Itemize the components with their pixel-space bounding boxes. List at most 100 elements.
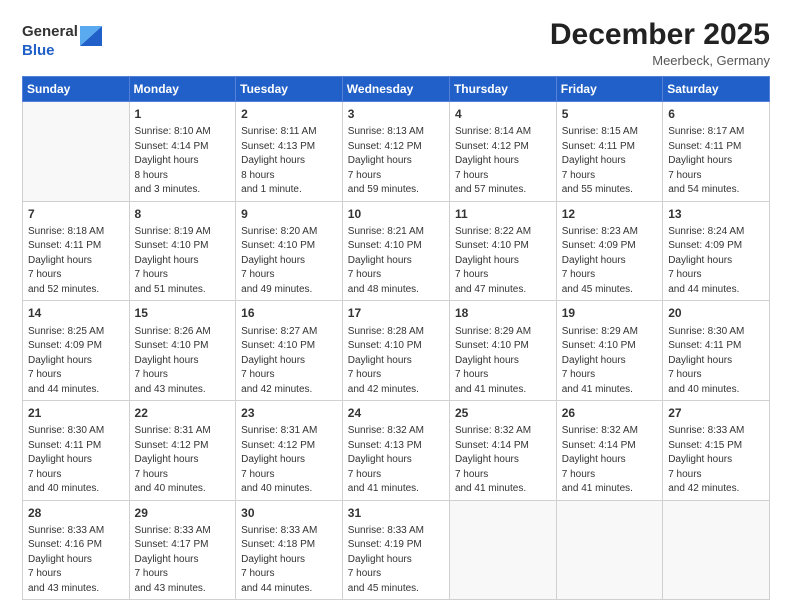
logo: General Blue <box>22 18 102 60</box>
calendar-cell: 15 Sunrise: 8:26 AMSunset: 4:10 PMDaylig… <box>129 301 236 401</box>
day-info: Sunrise: 8:17 AMSunset: 4:11 PMDaylight … <box>668 126 744 195</box>
day-number: 18 <box>455 305 551 321</box>
calendar-cell: 22 Sunrise: 8:31 AMSunset: 4:12 PMDaylig… <box>129 401 236 501</box>
calendar-cell: 16 Sunrise: 8:27 AMSunset: 4:10 PMDaylig… <box>236 301 343 401</box>
col-header-tuesday: Tuesday <box>236 77 343 102</box>
day-info: Sunrise: 8:20 AMSunset: 4:10 PMDaylight … <box>241 226 317 295</box>
day-number: 19 <box>562 305 657 321</box>
calendar-cell: 19 Sunrise: 8:29 AMSunset: 4:10 PMDaylig… <box>556 301 662 401</box>
calendar-cell: 14 Sunrise: 8:25 AMSunset: 4:09 PMDaylig… <box>23 301 130 401</box>
calendar-cell: 1 Sunrise: 8:10 AMSunset: 4:14 PMDayligh… <box>129 102 236 202</box>
calendar-week-2: 7 Sunrise: 8:18 AMSunset: 4:11 PMDayligh… <box>23 201 770 301</box>
day-info: Sunrise: 8:22 AMSunset: 4:10 PMDaylight … <box>455 226 531 295</box>
day-info: Sunrise: 8:13 AMSunset: 4:12 PMDaylight … <box>348 126 424 195</box>
header: General Blue December 2025 Meerbeck, Ger… <box>22 18 770 68</box>
calendar-cell: 17 Sunrise: 8:28 AMSunset: 4:10 PMDaylig… <box>342 301 449 401</box>
day-info: Sunrise: 8:23 AMSunset: 4:09 PMDaylight … <box>562 226 638 295</box>
col-header-saturday: Saturday <box>663 77 770 102</box>
calendar-cell: 6 Sunrise: 8:17 AMSunset: 4:11 PMDayligh… <box>663 102 770 202</box>
day-info: Sunrise: 8:11 AMSunset: 4:13 PMDaylight … <box>241 126 316 195</box>
day-number: 13 <box>668 206 764 222</box>
calendar-cell: 23 Sunrise: 8:31 AMSunset: 4:12 PMDaylig… <box>236 401 343 501</box>
day-number: 31 <box>348 505 444 521</box>
day-number: 16 <box>241 305 337 321</box>
day-info: Sunrise: 8:10 AMSunset: 4:14 PMDaylight … <box>135 126 211 195</box>
logo-blue-text: Blue <box>22 42 55 60</box>
calendar-cell: 20 Sunrise: 8:30 AMSunset: 4:11 PMDaylig… <box>663 301 770 401</box>
day-number: 21 <box>28 405 124 421</box>
day-number: 10 <box>348 206 444 222</box>
calendar-cell: 31 Sunrise: 8:33 AMSunset: 4:19 PMDaylig… <box>342 500 449 600</box>
calendar-cell: 21 Sunrise: 8:30 AMSunset: 4:11 PMDaylig… <box>23 401 130 501</box>
title-block: December 2025 Meerbeck, Germany <box>550 18 770 68</box>
col-header-monday: Monday <box>129 77 236 102</box>
day-number: 5 <box>562 106 657 122</box>
day-info: Sunrise: 8:26 AMSunset: 4:10 PMDaylight … <box>135 326 211 395</box>
col-header-sunday: Sunday <box>23 77 130 102</box>
day-number: 26 <box>562 405 657 421</box>
day-info: Sunrise: 8:32 AMSunset: 4:14 PMDaylight … <box>455 425 531 494</box>
day-info: Sunrise: 8:14 AMSunset: 4:12 PMDaylight … <box>455 126 531 195</box>
day-number: 29 <box>135 505 231 521</box>
day-number: 22 <box>135 405 231 421</box>
calendar: SundayMondayTuesdayWednesdayThursdayFrid… <box>22 76 770 600</box>
month-title: December 2025 <box>550 18 770 51</box>
day-number: 12 <box>562 206 657 222</box>
day-number: 27 <box>668 405 764 421</box>
day-info: Sunrise: 8:28 AMSunset: 4:10 PMDaylight … <box>348 326 424 395</box>
day-number: 4 <box>455 106 551 122</box>
calendar-cell: 26 Sunrise: 8:32 AMSunset: 4:14 PMDaylig… <box>556 401 662 501</box>
day-info: Sunrise: 8:21 AMSunset: 4:10 PMDaylight … <box>348 226 424 295</box>
calendar-cell: 12 Sunrise: 8:23 AMSunset: 4:09 PMDaylig… <box>556 201 662 301</box>
day-number: 23 <box>241 405 337 421</box>
calendar-cell: 24 Sunrise: 8:32 AMSunset: 4:13 PMDaylig… <box>342 401 449 501</box>
day-number: 25 <box>455 405 551 421</box>
calendar-cell: 28 Sunrise: 8:33 AMSunset: 4:16 PMDaylig… <box>23 500 130 600</box>
day-number: 7 <box>28 206 124 222</box>
day-info: Sunrise: 8:18 AMSunset: 4:11 PMDaylight … <box>28 226 104 295</box>
day-info: Sunrise: 8:33 AMSunset: 4:19 PMDaylight … <box>348 525 424 594</box>
calendar-cell: 4 Sunrise: 8:14 AMSunset: 4:12 PMDayligh… <box>449 102 556 202</box>
calendar-cell: 30 Sunrise: 8:33 AMSunset: 4:18 PMDaylig… <box>236 500 343 600</box>
day-info: Sunrise: 8:32 AMSunset: 4:14 PMDaylight … <box>562 425 638 494</box>
day-number: 24 <box>348 405 444 421</box>
day-number: 20 <box>668 305 764 321</box>
calendar-week-4: 21 Sunrise: 8:30 AMSunset: 4:11 PMDaylig… <box>23 401 770 501</box>
day-info: Sunrise: 8:27 AMSunset: 4:10 PMDaylight … <box>241 326 317 395</box>
calendar-cell: 29 Sunrise: 8:33 AMSunset: 4:17 PMDaylig… <box>129 500 236 600</box>
day-info: Sunrise: 8:29 AMSunset: 4:10 PMDaylight … <box>562 326 638 395</box>
calendar-cell <box>556 500 662 600</box>
calendar-cell: 2 Sunrise: 8:11 AMSunset: 4:13 PMDayligh… <box>236 102 343 202</box>
calendar-week-1: 1 Sunrise: 8:10 AMSunset: 4:14 PMDayligh… <box>23 102 770 202</box>
calendar-cell: 3 Sunrise: 8:13 AMSunset: 4:12 PMDayligh… <box>342 102 449 202</box>
calendar-header-row: SundayMondayTuesdayWednesdayThursdayFrid… <box>23 77 770 102</box>
day-info: Sunrise: 8:24 AMSunset: 4:09 PMDaylight … <box>668 226 744 295</box>
logo-general-text: General <box>22 23 78 41</box>
calendar-cell: 5 Sunrise: 8:15 AMSunset: 4:11 PMDayligh… <box>556 102 662 202</box>
day-info: Sunrise: 8:33 AMSunset: 4:18 PMDaylight … <box>241 525 317 594</box>
day-number: 8 <box>135 206 231 222</box>
day-info: Sunrise: 8:29 AMSunset: 4:10 PMDaylight … <box>455 326 531 395</box>
day-number: 30 <box>241 505 337 521</box>
logo-icon <box>80 18 102 46</box>
day-info: Sunrise: 8:33 AMSunset: 4:16 PMDaylight … <box>28 525 104 594</box>
calendar-cell: 18 Sunrise: 8:29 AMSunset: 4:10 PMDaylig… <box>449 301 556 401</box>
calendar-cell <box>449 500 556 600</box>
calendar-cell <box>663 500 770 600</box>
calendar-week-5: 28 Sunrise: 8:33 AMSunset: 4:16 PMDaylig… <box>23 500 770 600</box>
calendar-week-3: 14 Sunrise: 8:25 AMSunset: 4:09 PMDaylig… <box>23 301 770 401</box>
day-info: Sunrise: 8:33 AMSunset: 4:17 PMDaylight … <box>135 525 211 594</box>
col-header-wednesday: Wednesday <box>342 77 449 102</box>
day-info: Sunrise: 8:30 AMSunset: 4:11 PMDaylight … <box>28 425 104 494</box>
day-info: Sunrise: 8:33 AMSunset: 4:15 PMDaylight … <box>668 425 744 494</box>
day-number: 15 <box>135 305 231 321</box>
day-info: Sunrise: 8:31 AMSunset: 4:12 PMDaylight … <box>241 425 317 494</box>
calendar-cell: 25 Sunrise: 8:32 AMSunset: 4:14 PMDaylig… <box>449 401 556 501</box>
calendar-cell: 10 Sunrise: 8:21 AMSunset: 4:10 PMDaylig… <box>342 201 449 301</box>
day-number: 6 <box>668 106 764 122</box>
day-number: 2 <box>241 106 337 122</box>
day-number: 14 <box>28 305 124 321</box>
page: General Blue December 2025 Meerbeck, Ger… <box>0 0 792 612</box>
day-number: 17 <box>348 305 444 321</box>
col-header-thursday: Thursday <box>449 77 556 102</box>
